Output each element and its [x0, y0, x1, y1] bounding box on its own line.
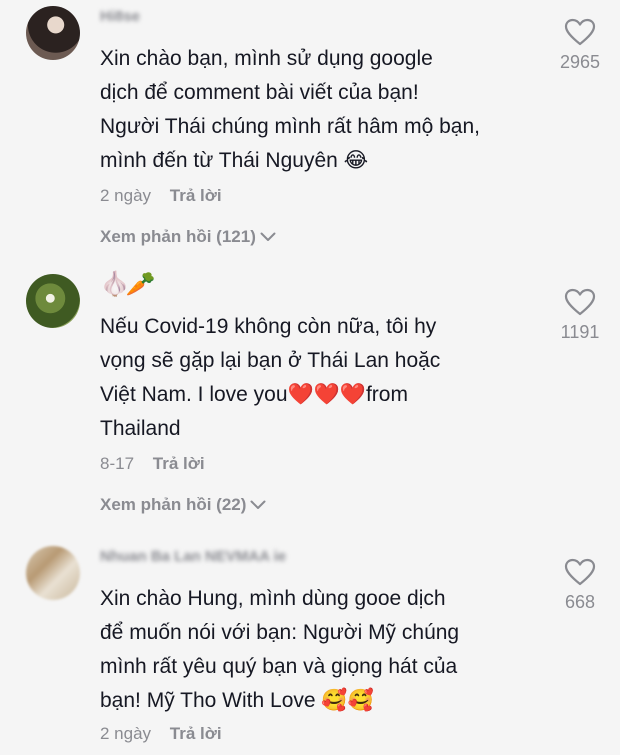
- comment-username[interactable]: 🧄🥕: [100, 270, 156, 299]
- like-count: 668: [564, 592, 596, 612]
- comment-line: để muốn nói với bạn: Người Mỹ chúng: [100, 621, 460, 644]
- view-replies-button[interactable]: Xem phản hồi (121): [100, 227, 276, 247]
- like-button[interactable]: 668: [552, 558, 608, 613]
- comment-line: mình rất yêu quý bạn và giọng hát của: [100, 655, 458, 678]
- comment-line: mình đến từ Thái Nguyên 😂: [100, 149, 369, 172]
- comment-line: Xin chào bạn, mình sử dụng google: [100, 47, 433, 70]
- comment-line: Việt Nam. I love you❤️❤️❤️from: [100, 383, 408, 406]
- reply-button[interactable]: Trả lời: [153, 454, 205, 473]
- comment-line: bạn! Mỹ Tho With Love 🥰🥰: [100, 689, 374, 712]
- view-replies-label: Xem phản hồi (121): [100, 227, 256, 246]
- comment-date: 2 ngày: [100, 186, 152, 205]
- comment-meta: 2 ngày Trả lời: [100, 724, 222, 744]
- comment-line: Xin chào Hung, mình dùng gooe dịch: [100, 587, 446, 610]
- comment-username[interactable]: Hi8se: [100, 8, 140, 25]
- comment-date: 2 ngày: [100, 724, 152, 743]
- heart-outline-icon: [564, 18, 596, 46]
- avatar[interactable]: [26, 6, 80, 60]
- avatar[interactable]: [26, 274, 80, 328]
- like-button[interactable]: 1191: [552, 288, 608, 343]
- comment-meta: 8-17 Trả lời: [100, 454, 205, 474]
- chevron-down-icon: [250, 500, 266, 509]
- comment-line: Người Thái chúng mình rất hâm mộ bạn,: [100, 115, 480, 138]
- avatar[interactable]: [26, 546, 80, 600]
- comment-line: Thailand: [100, 417, 181, 440]
- comment-text: Xin chào bạn, mình sử dụng google dịch đ…: [100, 42, 540, 178]
- comment-date: 8-17: [100, 454, 135, 473]
- reply-button[interactable]: Trả lời: [170, 724, 222, 743]
- like-count: 2965: [559, 52, 601, 72]
- comment-meta: 2 ngày Trả lời: [100, 186, 222, 206]
- like-button[interactable]: 2965: [552, 18, 608, 73]
- comment-line: dịch để comment bài viết của bạn!: [100, 81, 419, 104]
- comment-username[interactable]: Nhuan Ba Lan NEVMAA ie: [100, 548, 286, 565]
- comment-text: Nếu Covid-19 không còn nữa, tôi hy vọng …: [100, 310, 540, 446]
- heart-outline-icon: [564, 288, 596, 316]
- view-replies-label: Xem phản hồi (22): [100, 495, 247, 514]
- comment-line: Nếu Covid-19 không còn nữa, tôi hy: [100, 315, 437, 338]
- like-count: 1191: [560, 322, 600, 342]
- reply-button[interactable]: Trả lời: [170, 186, 222, 205]
- view-replies-button[interactable]: Xem phản hồi (22): [100, 495, 266, 515]
- comment-text: Xin chào Hung, mình dùng gooe dịch để mu…: [100, 582, 540, 718]
- comment-line: vọng sẽ gặp lại bạn ở Thái Lan hoặc: [100, 349, 441, 372]
- heart-outline-icon: [564, 558, 596, 586]
- chevron-down-icon: [260, 232, 276, 241]
